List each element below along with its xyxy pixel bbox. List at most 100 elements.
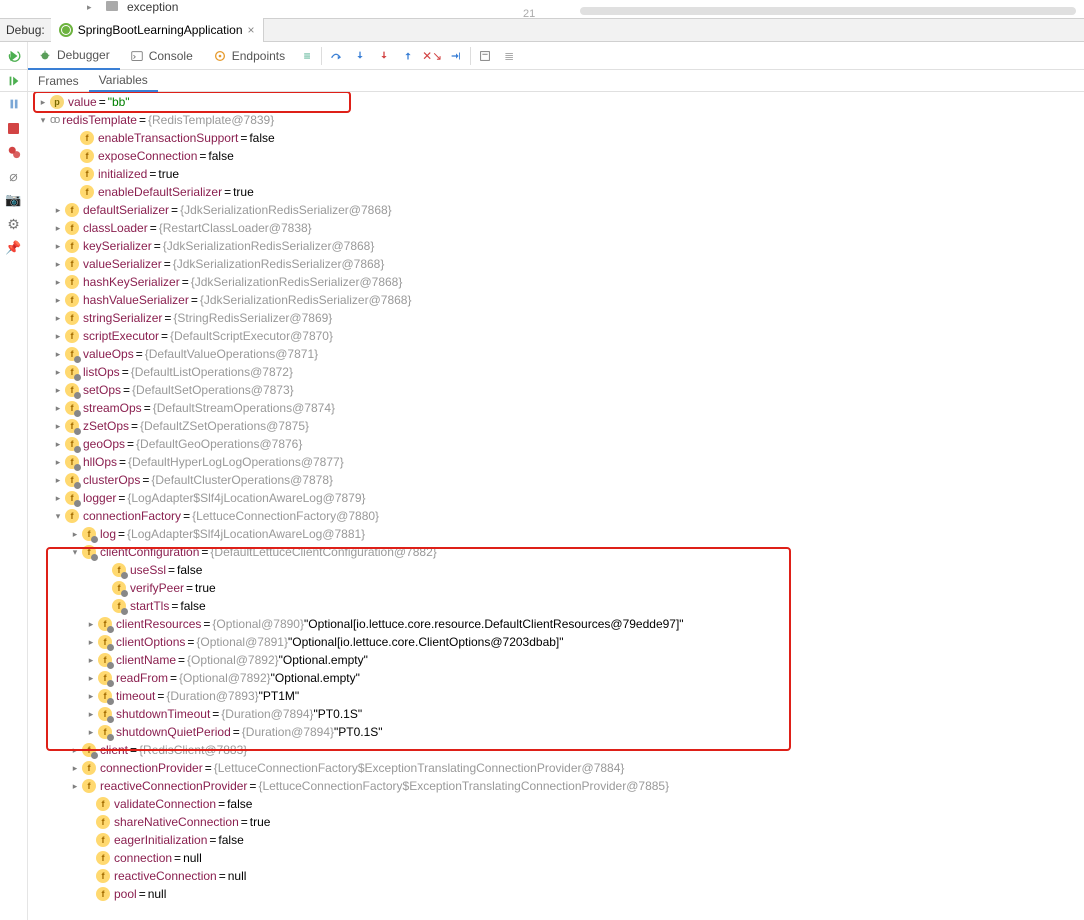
caret-icon[interactable] [51, 345, 65, 363]
caret-icon[interactable] [36, 93, 50, 111]
caret-icon[interactable] [51, 237, 65, 255]
tree-row[interactable]: fvalueSerializer={JdkSerializationRedisS… [28, 255, 1084, 273]
pause-button[interactable] [6, 96, 22, 112]
caret-icon[interactable] [84, 723, 98, 741]
tree-row[interactable]: ftimeout={Duration@7893} "PT1M" [28, 687, 1084, 705]
step-out-button[interactable] [398, 46, 418, 66]
settings-button[interactable]: ⚙ [6, 216, 22, 232]
tree-row[interactable]: fclassLoader={RestartClassLoader@7838} [28, 219, 1084, 237]
tree-row[interactable]: fshutdownTimeout={Duration@7894} "PT0.1S… [28, 705, 1084, 723]
caret-icon[interactable] [68, 525, 82, 543]
step-into-button[interactable] [350, 46, 370, 66]
resume-button[interactable] [0, 70, 28, 91]
caret-icon[interactable] [84, 651, 98, 669]
tree-row[interactable]: fuseSsl=false [28, 561, 1084, 579]
debug-config-tab[interactable]: SpringBootLearningApplication × [51, 18, 264, 42]
tree-row[interactable]: flogger={LogAdapter$Slf4jLocationAwareLo… [28, 489, 1084, 507]
caret-icon[interactable] [51, 201, 65, 219]
tree-row[interactable]: freactiveConnection=null [28, 867, 1084, 885]
tree-row[interactable]: fclientConfiguration={DefaultLettuceClie… [28, 543, 1084, 561]
run-to-cursor-button[interactable] [446, 46, 466, 66]
tree-row[interactable]: fhashValueSerializer={JdkSerializationRe… [28, 291, 1084, 309]
tree-row[interactable]: fshutdownQuietPeriod={Duration@7894} "PT… [28, 723, 1084, 741]
chevron-right-icon[interactable]: ▸ [87, 2, 92, 13]
variables-tree[interactable]: pvalue="bb" ooredisTemplate={RedisTempla… [28, 92, 1084, 920]
caret-icon[interactable] [51, 255, 65, 273]
tree-row[interactable]: fshareNativeConnection=true [28, 813, 1084, 831]
close-icon[interactable]: × [248, 23, 255, 37]
tree-row[interactable]: fkeySerializer={JdkSerializationRedisSer… [28, 237, 1084, 255]
rerun-button[interactable] [0, 42, 28, 69]
tab-endpoints[interactable]: Endpoints [203, 42, 295, 70]
tree-row[interactable]: flog={LogAdapter$Slf4jLocationAwareLog@7… [28, 525, 1084, 543]
tree-row[interactable]: freadFrom={Optional@7892} "Optional.empt… [28, 669, 1084, 687]
tree-row[interactable]: fscriptExecutor={DefaultScriptExecutor@7… [28, 327, 1084, 345]
tree-row[interactable]: fgeoOps={DefaultGeoOperations@7876} [28, 435, 1084, 453]
tree-row[interactable]: fclientOptions={Optional@7891} "Optional… [28, 633, 1084, 651]
tree-row[interactable]: fexposeConnection=false [28, 147, 1084, 165]
stop-button[interactable] [6, 120, 22, 136]
caret-icon[interactable] [51, 471, 65, 489]
tree-row[interactable]: freactiveConnectionProvider={LettuceConn… [28, 777, 1084, 795]
tree-row[interactable]: fhashKeySerializer={JdkSerializationRedi… [28, 273, 1084, 291]
tree-row[interactable]: fconnectionFactory={LettuceConnectionFac… [28, 507, 1084, 525]
tree-row[interactable]: fsetOps={DefaultSetOperations@7873} [28, 381, 1084, 399]
subtab-frames[interactable]: Frames [28, 70, 89, 92]
force-step-into-button[interactable] [374, 46, 394, 66]
pin-button[interactable]: 📌 [6, 240, 22, 256]
caret-icon[interactable] [51, 399, 65, 417]
caret-icon[interactable] [84, 705, 98, 723]
tab-console[interactable]: Console [120, 42, 203, 70]
tree-row[interactable]: fstreamOps={DefaultStreamOperations@7874… [28, 399, 1084, 417]
tree-row[interactable]: fverifyPeer=true [28, 579, 1084, 597]
trace-button[interactable]: ≣ [499, 46, 519, 66]
mute-breakpoints-button[interactable]: ⌀ [6, 168, 22, 184]
tree-row[interactable]: fdefaultSerializer={JdkSerializationRedi… [28, 201, 1084, 219]
caret-icon[interactable] [68, 759, 82, 777]
caret-icon[interactable] [51, 273, 65, 291]
tree-row[interactable]: fpool=null [28, 885, 1084, 903]
caret-icon[interactable] [51, 309, 65, 327]
caret-icon[interactable] [36, 111, 50, 129]
caret-icon[interactable] [51, 291, 65, 309]
tree-row[interactable]: fstringSerializer={StringRedisSerializer… [28, 309, 1084, 327]
caret-icon[interactable] [84, 615, 98, 633]
tree-row[interactable]: fvalidateConnection=false [28, 795, 1084, 813]
evaluate-button[interactable] [475, 46, 495, 66]
tree-row[interactable]: fvalueOps={DefaultValueOperations@7871} [28, 345, 1084, 363]
caret-icon[interactable] [51, 489, 65, 507]
caret-icon[interactable] [51, 219, 65, 237]
tab-debugger[interactable]: Debugger [28, 42, 120, 70]
tree-row[interactable]: pvalue="bb" [28, 93, 1084, 111]
tree-row[interactable]: fconnection=null [28, 849, 1084, 867]
more-tabs-button[interactable]: ≡ [297, 46, 317, 66]
tree-row[interactable]: fclusterOps={DefaultClusterOperations@78… [28, 471, 1084, 489]
caret-icon[interactable] [84, 669, 98, 687]
subtab-variables[interactable]: Variables [89, 70, 158, 92]
scrollbar-track[interactable] [580, 7, 1076, 15]
caret-icon[interactable] [51, 435, 65, 453]
step-over-button[interactable] [326, 46, 346, 66]
tree-row[interactable]: fclient={RedisClient@7883} [28, 741, 1084, 759]
caret-icon[interactable] [51, 363, 65, 381]
tree-row[interactable]: ooredisTemplate={RedisTemplate@7839} [28, 111, 1084, 129]
caret-icon[interactable] [68, 741, 82, 759]
view-breakpoints-button[interactable] [6, 144, 22, 160]
tree-row[interactable]: fhllOps={DefaultHyperLogLogOperations@78… [28, 453, 1084, 471]
caret-icon[interactable] [51, 327, 65, 345]
get-thread-dump-button[interactable]: 📷 [6, 192, 22, 208]
caret-icon[interactable] [84, 687, 98, 705]
tree-row[interactable]: fenableTransactionSupport=false [28, 129, 1084, 147]
caret-icon[interactable] [68, 543, 82, 561]
caret-icon[interactable] [51, 453, 65, 471]
caret-icon[interactable] [51, 381, 65, 399]
tree-row[interactable]: fconnectionProvider={LettuceConnectionFa… [28, 759, 1084, 777]
caret-icon[interactable] [51, 417, 65, 435]
tree-row[interactable]: flistOps={DefaultListOperations@7872} [28, 363, 1084, 381]
tree-node-exception[interactable]: exception [127, 0, 178, 14]
tree-row[interactable]: fenableDefaultSerializer=true [28, 183, 1084, 201]
caret-icon[interactable] [51, 507, 65, 525]
caret-icon[interactable] [68, 777, 82, 795]
caret-icon[interactable] [84, 633, 98, 651]
tree-row[interactable]: fclientName={Optional@7892} "Optional.em… [28, 651, 1084, 669]
